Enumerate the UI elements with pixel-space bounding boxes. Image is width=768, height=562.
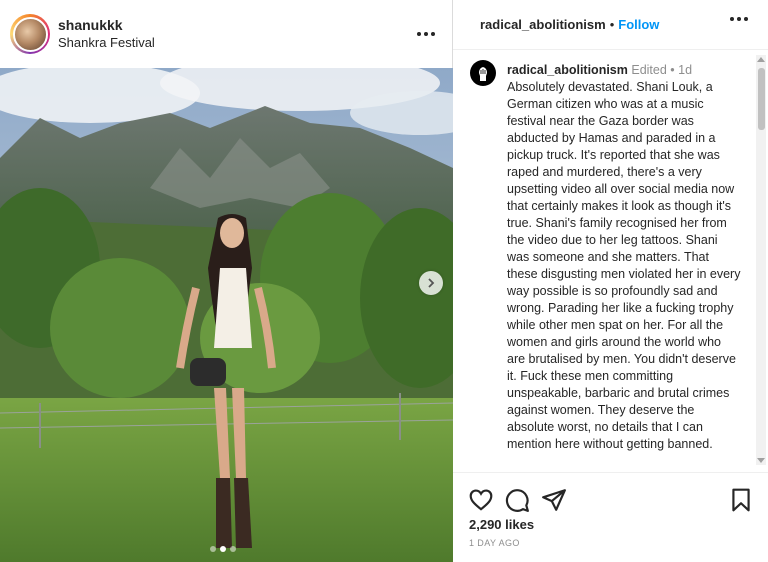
post-photo[interactable] — [0, 68, 453, 562]
scroll-up-arrow[interactable] — [757, 57, 765, 62]
comment-icon[interactable] — [504, 487, 530, 513]
carousel-dot — [210, 546, 216, 552]
post-time-ago[interactable]: 1 DAY AGO — [469, 538, 520, 548]
header-separator: • — [609, 17, 615, 32]
post-actions: 2,290 likes 1 DAY AGO — [453, 472, 768, 562]
carousel-next-button[interactable] — [419, 271, 443, 295]
chevron-right-icon — [428, 278, 435, 288]
carousel-dot — [230, 546, 236, 552]
scroll-down-arrow[interactable] — [757, 458, 765, 463]
fist-icon — [479, 67, 487, 81]
more-horizontal-icon[interactable] — [730, 17, 748, 21]
caption-text: Absolutely devastated. Shani Louk, a Ger… — [507, 80, 741, 451]
caption-edited-label: Edited — [631, 63, 667, 77]
header-username[interactable]: radical_abolitionism — [480, 17, 606, 32]
comment-panel: radical_abolitionism • Follow radical_ab… — [453, 0, 768, 562]
author-avatar[interactable] — [10, 14, 50, 54]
caption-time[interactable]: 1d — [678, 63, 692, 77]
post-location[interactable]: Shankra Festival — [58, 34, 155, 52]
comment-panel-header: radical_abolitionism • Follow — [453, 0, 768, 50]
likes-count[interactable]: 2,290 likes — [469, 517, 534, 532]
caption-scrollbar[interactable] — [756, 55, 766, 465]
send-icon[interactable] — [541, 487, 567, 513]
caption-username[interactable]: radical_abolitionism — [507, 63, 628, 77]
caption-meta-separator: • — [670, 63, 675, 77]
bookmark-icon[interactable] — [728, 487, 754, 513]
author-username[interactable]: shanukkk — [58, 16, 155, 34]
caption-area: radical_abolitionism Edited • 1d Absolut… — [453, 50, 768, 470]
author-avatar-image — [12, 16, 48, 52]
post-media-panel: shanukkk Shankra Festival — [0, 0, 453, 562]
post-header: shanukkk Shankra Festival — [0, 0, 453, 68]
more-options-icon[interactable] — [417, 26, 439, 42]
carousel-indicator — [210, 546, 236, 552]
follow-button[interactable]: Follow — [618, 17, 659, 32]
author-info: shanukkk Shankra Festival — [58, 16, 155, 52]
photo-scene — [0, 68, 453, 562]
caption-avatar[interactable] — [470, 60, 496, 86]
scroll-thumb[interactable] — [758, 68, 765, 130]
heart-icon[interactable] — [468, 487, 494, 513]
caption-text-block: radical_abolitionism Edited • 1d Absolut… — [507, 62, 741, 453]
carousel-dot-active — [220, 546, 226, 552]
